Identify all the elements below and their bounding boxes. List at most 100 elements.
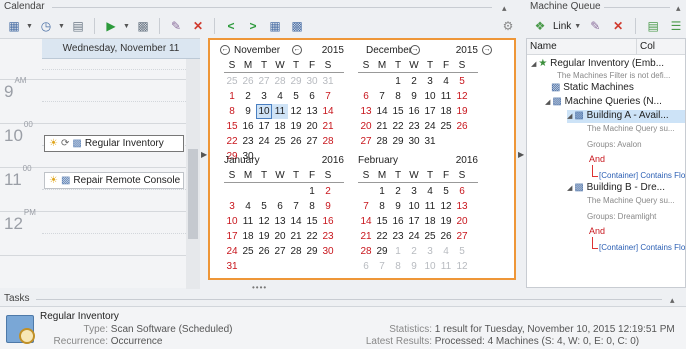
collapse-icon[interactable]: ◢ [545, 99, 550, 106]
tree-node-static-machines[interactable]: ▩ Static Machines [551, 82, 634, 94]
day-cell[interactable]: 30 [304, 74, 320, 89]
day-cell[interactable]: 11 [422, 199, 438, 214]
collapse-left-icon[interactable]: ▶ [201, 150, 207, 159]
day-cell[interactable]: 2 [406, 74, 422, 89]
day-cell[interactable]: 1 [304, 184, 320, 199]
day-scrollbar[interactable] [186, 59, 200, 289]
day-cell[interactable]: 20 [304, 119, 320, 134]
day-cell[interactable]: 6 [454, 184, 470, 199]
day-cell[interactable]: 8 [304, 199, 320, 214]
collapse-icon[interactable]: ◢ [567, 113, 572, 120]
day-cell[interactable]: 1 [224, 89, 240, 104]
chevron-down-icon[interactable]: ▼ [26, 23, 34, 30]
day-cell[interactable]: 4 [240, 199, 256, 214]
day-cell[interactable]: 3 [224, 199, 240, 214]
day-cell[interactable]: 8 [224, 104, 240, 119]
day-cell[interactable]: 15 [374, 214, 390, 229]
day-cell[interactable]: 7 [358, 199, 374, 214]
chevron-down-icon[interactable]: ▼ [123, 23, 131, 30]
day-cell[interactable]: 9 [240, 104, 256, 119]
splitter-grip[interactable]: •••• [252, 283, 267, 292]
day-cell[interactable]: 7 [320, 89, 336, 104]
day-cell[interactable]: 19 [454, 104, 470, 119]
prev-month-icon[interactable]: ← [220, 45, 230, 55]
tree-node-building-b[interactable]: ◢ ▩ Building B - Dre... [567, 182, 665, 195]
day-cell[interactable]: 12 [256, 214, 272, 229]
day-cell[interactable]: 18 [438, 104, 454, 119]
layout-icon[interactable]: ▤ [643, 16, 663, 36]
day-cell[interactable]: 16 [406, 104, 422, 119]
day-cell[interactable]: 27 [454, 229, 470, 244]
tree-node-machine-queries[interactable]: ◢ ▩ Machine Queries (N... [545, 96, 662, 109]
day-cell[interactable]: 20 [454, 214, 470, 229]
day-cell[interactable]: 16 [390, 214, 406, 229]
collapse-icon[interactable]: ◢ [567, 185, 572, 192]
document-icon[interactable]: ▤ [68, 16, 88, 36]
calendar-grid-icon[interactable]: ▦ [265, 16, 285, 36]
day-cell[interactable]: 14 [358, 214, 374, 229]
day-cell[interactable]: 12 [288, 104, 304, 119]
day-cell[interactable]: 29 [374, 244, 390, 259]
day-cell[interactable]: 13 [454, 199, 470, 214]
pin-icon[interactable]: ▴ [676, 1, 681, 15]
settings-gear-icon[interactable]: ⚙ [498, 16, 518, 36]
day-cell[interactable]: 25 [272, 134, 288, 149]
appointment-repair-remote-console[interactable]: ☀ ▩ Repair Remote Console [44, 172, 184, 189]
day-cell[interactable]: 18 [422, 214, 438, 229]
day-cell[interactable]: 21 [320, 119, 336, 134]
day-cell[interactable]: 30 [320, 244, 336, 259]
day-cell[interactable]: 27 [256, 74, 272, 89]
day-cell[interactable]: 12 [454, 259, 470, 274]
schedule-icon[interactable]: ◷ [36, 16, 56, 36]
day-cell[interactable]: 7 [288, 199, 304, 214]
day-cell[interactable]: 24 [256, 134, 272, 149]
day-cell[interactable]: 5 [288, 89, 304, 104]
link-icon[interactable]: ❖ [530, 16, 550, 36]
day-cell[interactable]: 16 [320, 214, 336, 229]
day-cell[interactable]: 22 [224, 134, 240, 149]
day-cell[interactable]: 29 [288, 74, 304, 89]
day-cell[interactable]: 2 [390, 184, 406, 199]
day-cell[interactable]: 17 [406, 214, 422, 229]
day-cell[interactable]: 20 [272, 229, 288, 244]
next-month-icon[interactable]: → [410, 45, 420, 55]
day-cell[interactable]: 6 [358, 89, 374, 104]
prev-year-icon[interactable]: ← [292, 45, 302, 55]
day-cell[interactable]: 23 [406, 119, 422, 134]
multi-month-icon[interactable]: ▩ [287, 16, 307, 36]
chevron-down-icon[interactable]: ▼ [58, 23, 66, 30]
day-cell[interactable]: 7 [374, 259, 390, 274]
day-cell[interactable]: 24 [406, 229, 422, 244]
day-cell[interactable]: 14 [374, 104, 390, 119]
day-cell[interactable]: 26 [454, 119, 470, 134]
properties-icon[interactable]: ▩ [133, 16, 153, 36]
day-cell[interactable]: 13 [272, 214, 288, 229]
edit-icon[interactable]: ✎ [166, 16, 186, 36]
day-cell[interactable]: 10 [406, 199, 422, 214]
day-cell[interactable]: 5 [438, 184, 454, 199]
day-cell[interactable]: 6 [272, 199, 288, 214]
day-cell[interactable]: 28 [288, 244, 304, 259]
day-cell[interactable]: 15 [390, 104, 406, 119]
day-cell[interactable]: 10 [422, 259, 438, 274]
day-cell[interactable]: 22 [304, 229, 320, 244]
column-other[interactable]: Col [637, 39, 655, 54]
day-cell[interactable]: 22 [390, 119, 406, 134]
previous-icon[interactable]: < [221, 16, 241, 36]
day-cell[interactable]: 26 [256, 244, 272, 259]
day-cell[interactable]: 26 [438, 229, 454, 244]
day-cell[interactable]: 4 [272, 89, 288, 104]
day-cell[interactable]: 19 [288, 119, 304, 134]
appointment-regular-inventory[interactable]: ☀ ⟳ ▩ Regular Inventory [44, 135, 184, 152]
day-cell[interactable]: 11 [438, 89, 454, 104]
day-cell[interactable]: 8 [374, 199, 390, 214]
day-cell[interactable]: 16 [240, 119, 256, 134]
day-cell[interactable]: 21 [288, 229, 304, 244]
day-cell[interactable]: 8 [390, 259, 406, 274]
link-button[interactable]: Link [553, 21, 571, 32]
task-name[interactable]: Regular Inventory [40, 311, 119, 322]
day-cell[interactable]: 3 [422, 244, 438, 259]
day-cell[interactable]: 21 [374, 119, 390, 134]
day-cell[interactable]: 24 [422, 119, 438, 134]
day-cell[interactable]: 18 [240, 229, 256, 244]
